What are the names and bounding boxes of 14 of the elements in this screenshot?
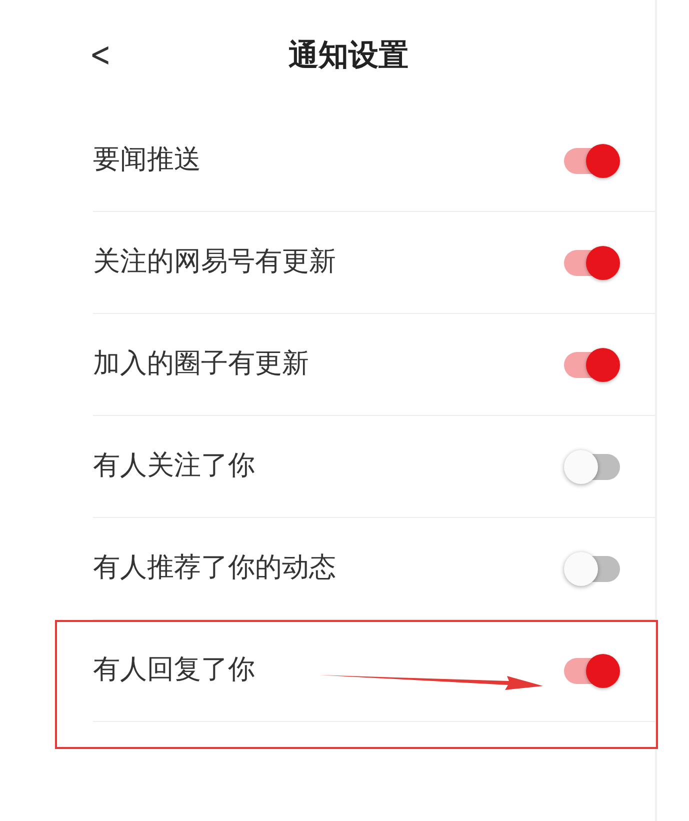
setting-label: 关注的网易号有更新 <box>93 245 336 280</box>
toggle-switch[interactable] <box>564 142 620 178</box>
setting-label: 有人回复了你 <box>93 653 255 688</box>
toggle-switch[interactable] <box>564 244 620 280</box>
setting-label: 加入的圈子有更新 <box>93 347 309 382</box>
toggle-switch[interactable] <box>564 448 620 484</box>
back-button[interactable]: < <box>90 38 111 72</box>
toggle-switch[interactable] <box>564 346 620 382</box>
setting-label: 有人推荐了你的动态 <box>93 551 336 586</box>
toggle-switch[interactable] <box>564 550 620 586</box>
page-title: 通知设置 <box>288 36 408 74</box>
toggle-switch[interactable] <box>564 652 620 688</box>
setting-label: 有人关注了你 <box>93 449 255 484</box>
setting-label: 要闻推送 <box>93 143 201 178</box>
